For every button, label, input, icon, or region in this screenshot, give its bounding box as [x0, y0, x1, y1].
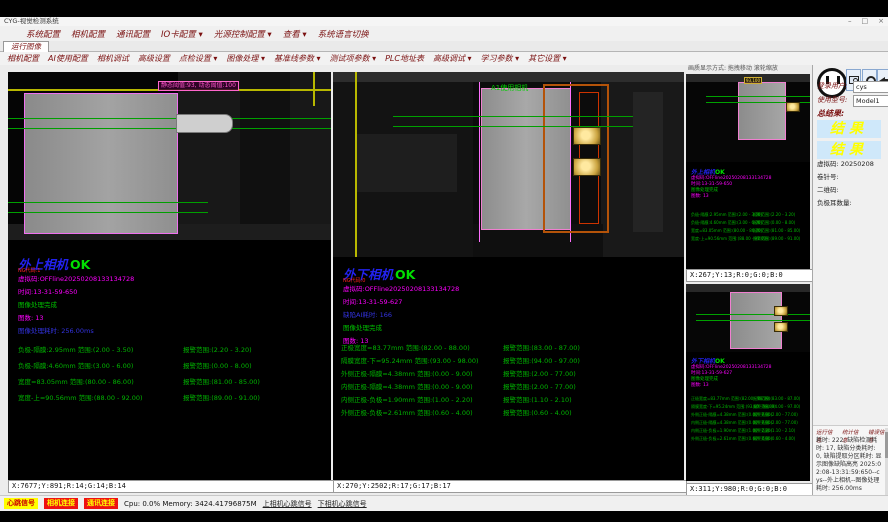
menu-item-camera-config[interactable]: 相机配置	[71, 28, 105, 40]
toolbar-other-settings[interactable]: 其它设置 ▾	[528, 53, 567, 64]
toolbar-baseline-params[interactable]: 基准线参数 ▾	[274, 53, 321, 64]
reel-number-label: 卷针号:	[817, 173, 839, 182]
tab-lead-piece	[176, 114, 233, 133]
main-area: 静态阈值:93, 动态阈值:100 外上相机OK NG代码:1 虚拟码:OFFl…	[0, 65, 888, 495]
lower-camera-pixel-caption: X:270;Y:2502;R:17;G:17;B:17	[333, 480, 687, 493]
screen: CYG-视觉检测系统 – □ × C 系统配置 相机配置 通讯配置 IO卡配置 …	[0, 0, 888, 522]
status-ok: OK	[395, 267, 415, 282]
comm-connection-badge: 通讯连接	[84, 498, 118, 509]
upper-thumbnail-pixel-caption: X:267;Y:13;R:0;G:0;B:0	[686, 269, 813, 282]
toolbar-learning-params[interactable]: 学习参数 ▾	[481, 53, 520, 64]
tab-run-image[interactable]: 运行图像	[3, 41, 49, 52]
menu-item-system-config[interactable]: 系统配置	[26, 28, 60, 40]
window-controls: – □ ×	[848, 17, 884, 26]
lower-camera-thumbnail[interactable]: 外下相机OK 虚拟码:OFFline20250208133134728 时间:1…	[686, 284, 810, 481]
lower-camera-view[interactable]: A1使用相机 外下相机OK NG代码:0 虚拟码:OFFline20250208…	[333, 72, 684, 480]
ng-note: NG代码:1	[18, 268, 40, 274]
title-bar: CYG-视觉检测系统 – □ ×	[0, 17, 888, 26]
toolbar-advanced-debug[interactable]: 高级调试 ▾	[433, 53, 472, 64]
tab-glint	[573, 127, 601, 145]
model-field[interactable]: Model1	[853, 95, 888, 107]
display-mode-hint: 画质显示方式: 拖拽移动 滚轮缩放	[688, 65, 778, 73]
maximize-button[interactable]: □	[862, 17, 869, 26]
toolbar-spot-check-settings[interactable]: 点检设置 ▾	[179, 53, 218, 64]
measurement-row: 内侧正极-隔膜=4.38mm 范围:(0.00 - 9.00) 报警范围:(2.…	[341, 383, 683, 391]
camera-connection-badge: 相机连接	[44, 498, 78, 509]
toolbar: 相机配置 AI使用配置 相机调试 高级设置 点检设置 ▾ 图像处理 ▾ 基准线参…	[0, 52, 888, 66]
frame-count-text: 图数: 13	[18, 314, 44, 322]
virtual-code-text: 虚拟码:OFFline20250208133134728	[343, 285, 459, 293]
tab-strip: 运行图像	[0, 41, 888, 52]
threshold-overlay-label: 静态阈值:93, 动态阈值:100	[158, 81, 239, 91]
measurement-row: 外侧正极-负极=2.61mm 范围:(0.60 - 4.00) 报警范围:(0.…	[341, 409, 683, 417]
app-window: CYG-视觉检测系统 – □ × C 系统配置 相机配置 通讯配置 IO卡配置 …	[0, 17, 888, 495]
measurement-row: 隔膜宽度-下=95.24mm 范围:(93.00 - 98.00) 报警范围:(…	[341, 357, 683, 365]
process-done-text: 图像处理完成	[343, 324, 382, 332]
upper-camera-thumbnail[interactable]: 93,100 外上相机OK 虚拟码:OFFline202502081331347…	[686, 74, 810, 269]
menu-item-io-card-config[interactable]: IO卡配置 ▾	[161, 28, 203, 40]
tab-glint	[573, 158, 601, 176]
menu-item-view[interactable]: 查看 ▾	[283, 28, 307, 40]
baseline-yellow	[355, 72, 357, 257]
heartbeat-badge: 心跳信号	[4, 498, 38, 509]
info-log-text: 耗时: 222, 缺陷检测耗时: 17, 缺陷分类耗时: 0, 缺陷提取分区耗时…	[816, 437, 883, 493]
model-label: 使用型号:	[817, 96, 847, 105]
toolbar-plc-address-table[interactable]: PLC地址表	[385, 53, 424, 64]
menu-item-comm-config[interactable]: 通讯配置	[116, 28, 150, 40]
window-title: CYG-视觉检测系统	[4, 17, 59, 25]
total-result-label: 总结果:	[817, 109, 844, 118]
upper-camera-heartbeat-link[interactable]: 上相机心跳信号	[263, 499, 312, 509]
anode-tab-count-label: 负极耳数量:	[817, 199, 852, 208]
process-done-text: 图像处理完成	[18, 301, 57, 309]
toolbar-image-processing[interactable]: 图像处理 ▾	[226, 53, 265, 64]
measurement-row: 宽度=83.05mm 范围:(80.00 - 86.00) 报警范围:(81.0…	[18, 378, 330, 386]
measurement-row: 负极-隔膜:2.95mm 范围:(2.00 - 3.50) 报警范围:(2.20…	[18, 346, 330, 354]
measurement-row: 内侧正极-负极=1.90mm 范围:(1.00 - 2.20) 报警范围:(1.…	[341, 396, 683, 404]
measurement-row: 正极宽度=83.77mm 范围:(82.00 - 88.00) 报警范围:(83…	[341, 344, 683, 352]
upper-camera-view[interactable]: 静态阈值:93, 动态阈值:100 外上相机OK NG代码:1 虚拟码:OFFl…	[8, 72, 331, 480]
measurement-row: 负极-隔膜:4.60mm 范围:(3.00 - 6.00) 报警范围:(0.00…	[18, 362, 330, 370]
status-ok: OK	[70, 257, 90, 272]
minimize-button[interactable]: –	[848, 17, 852, 26]
elapsed-text: 图像处理耗时: 256.00ms	[18, 327, 94, 335]
menu-item-light-control-config[interactable]: 光源控制配置 ▾	[214, 28, 272, 40]
result-box-upper: 结果	[817, 120, 881, 138]
toolbar-camera-debug[interactable]: 相机调试	[97, 53, 129, 64]
menu-item-language-switch[interactable]: 系统语言切换	[318, 28, 369, 40]
cpu-memory-text: Cpu: 0.0% Memory: 3424.41796875M	[124, 500, 257, 508]
measurement-row: 宽度-上=90.56mm 范围:(88.00 - 92.00) 报警范围:(89…	[18, 394, 330, 402]
toolbar-advanced-settings[interactable]: 高级设置	[138, 53, 170, 64]
login-user-field[interactable]: cys	[853, 81, 888, 93]
toolbar-ai-use-config[interactable]: AI使用配置	[48, 53, 88, 64]
result-box-lower: 结果	[817, 141, 881, 159]
toolbar-camera-config[interactable]: 相机配置	[7, 53, 39, 64]
upper-camera-image: 静态阈值:93, 动态阈值:100	[8, 72, 331, 240]
qr-code-label: 二维码:	[817, 186, 839, 195]
right-sidebar: 登录用户: cys 使用型号: Model1 总结果: 结果 结果 虚拟码: 2…	[812, 65, 888, 497]
upper-camera-pixel-caption: X:7677;Y:891;R:14;G:14;B:14	[8, 480, 334, 493]
ng-note: NG代码:0	[343, 278, 365, 284]
time-text: 时间:13-31-59-627	[343, 298, 402, 306]
virtual-code-label: 虚拟码: 20250208	[817, 160, 874, 169]
login-user-label: 登录用户:	[817, 82, 847, 91]
lower-camera-heartbeat-link[interactable]: 下相机心跳信号	[318, 499, 367, 509]
virtual-code-text: 虚拟码:OFFline20250208133134728	[18, 275, 134, 283]
lower-camera-image: A1使用相机	[333, 72, 684, 257]
time-text: 时间:13-31-59-650	[18, 288, 77, 296]
measurement-row: 外侧正极-隔膜=4.38mm 范围:(0.00 - 9.00) 报警范围:(2.…	[341, 370, 683, 378]
status-bar: 心跳信号 相机连接 通讯连接 Cpu: 0.0% Memory: 3424.41…	[0, 495, 888, 511]
menu-bar: 系统配置 相机配置 通讯配置 IO卡配置 ▾ 光源控制配置 ▾ 查看 ▾ 系统语…	[0, 26, 888, 41]
close-button[interactable]: ×	[878, 17, 884, 26]
a1-camera-overlay-label: A1使用相机	[491, 84, 528, 92]
toolbar-test-item-params[interactable]: 测试项参数 ▾	[330, 53, 377, 64]
info-section: 运行信息 统计信息 错误信息 耗时: 222, 缺陷检测耗时: 17, 缺陷分类…	[813, 425, 888, 497]
ai-elapsed-text: 缺陷AI耗时: 166	[343, 311, 392, 319]
